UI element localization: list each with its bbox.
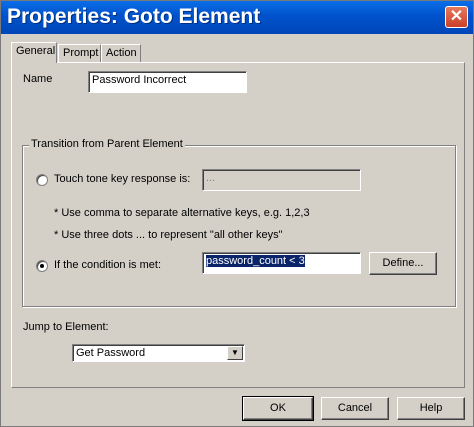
condition-radio[interactable] (36, 260, 48, 272)
tab-general[interactable]: General (11, 42, 57, 63)
condition-input[interactable]: password_count < 3 (202, 252, 361, 274)
touch-tone-label: Touch tone key response is: (54, 173, 191, 185)
jump-to-element-select[interactable]: Get Password ▼ (72, 344, 245, 362)
help-button[interactable]: Help (397, 397, 465, 420)
condition-label: If the condition is met: (54, 259, 161, 271)
cancel-button[interactable]: Cancel (321, 397, 389, 420)
hint-comma: * Use comma to separate alternative keys… (54, 207, 310, 219)
close-icon[interactable]: ✕ (445, 6, 468, 28)
touch-tone-input[interactable]: ... (202, 169, 361, 191)
condition-text-selected: password_count < 3 (206, 255, 305, 267)
jump-label: Jump to Element: (23, 321, 109, 333)
hint-dots: * Use three dots ... to represent "all o… (54, 229, 283, 241)
jump-selected-value: Get Password (76, 347, 146, 359)
define-button[interactable]: Define... (369, 252, 437, 275)
ok-button[interactable]: OK (242, 396, 314, 421)
chevron-down-icon[interactable]: ▼ (227, 346, 243, 360)
touch-tone-radio[interactable] (36, 174, 48, 186)
tab-action[interactable]: Action (101, 44, 141, 62)
title-bar[interactable]: Properties: Goto Element ✕ (1, 1, 473, 34)
name-input[interactable]: Password Incorrect (88, 71, 247, 93)
properties-dialog: Properties: Goto Element ✕ General Promp… (0, 0, 474, 427)
name-label: Name (23, 73, 53, 85)
transition-group-title: Transition from Parent Element (29, 138, 185, 150)
radio-selected-dot (40, 264, 44, 268)
tab-prompt[interactable]: Prompt (58, 44, 101, 62)
window-title: Properties: Goto Element (7, 5, 261, 28)
